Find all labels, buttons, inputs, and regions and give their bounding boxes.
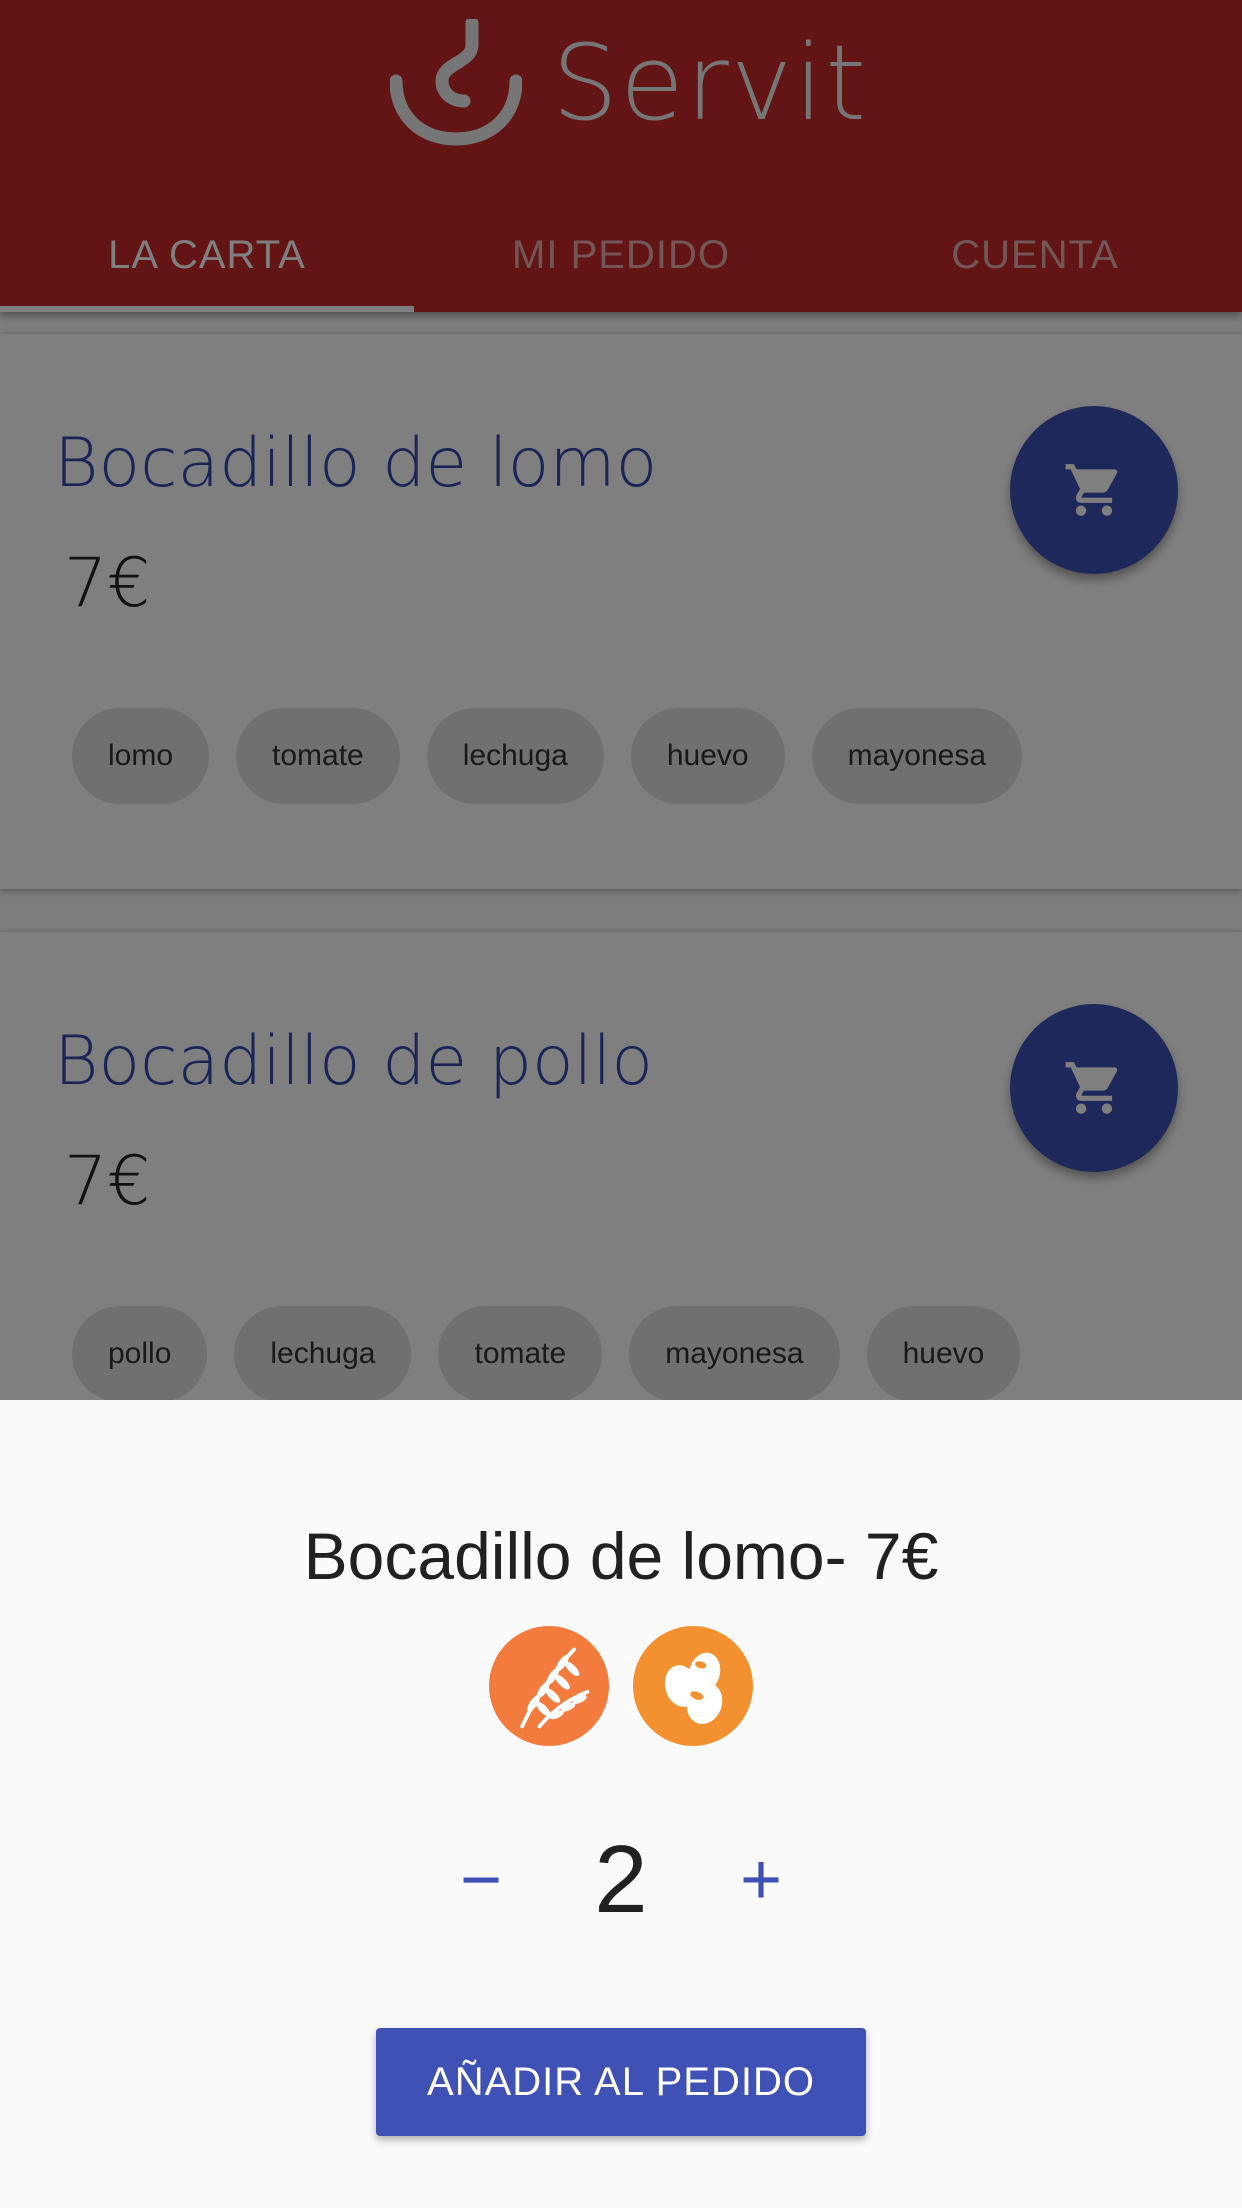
egg-icon xyxy=(633,1626,753,1746)
gluten-icon xyxy=(489,1626,609,1746)
increment-button[interactable]: + xyxy=(701,1844,821,1916)
quantity-stepper: − 2 + xyxy=(0,1832,1242,1928)
allergen-list xyxy=(0,1626,1242,1746)
sheet-title: Bocadillo de lomo- 7€ xyxy=(303,1519,939,1593)
add-item-bottom-sheet: Bocadillo de lomo- 7€ − 2 + AÑADIR AL PE… xyxy=(0,1400,1242,2208)
modal-scrim[interactable] xyxy=(0,0,1242,1400)
quantity-value: 2 xyxy=(594,1826,648,1933)
decrement-button[interactable]: − xyxy=(421,1844,541,1916)
add-to-order-button[interactable]: AÑADIR AL PEDIDO xyxy=(376,2028,866,2136)
